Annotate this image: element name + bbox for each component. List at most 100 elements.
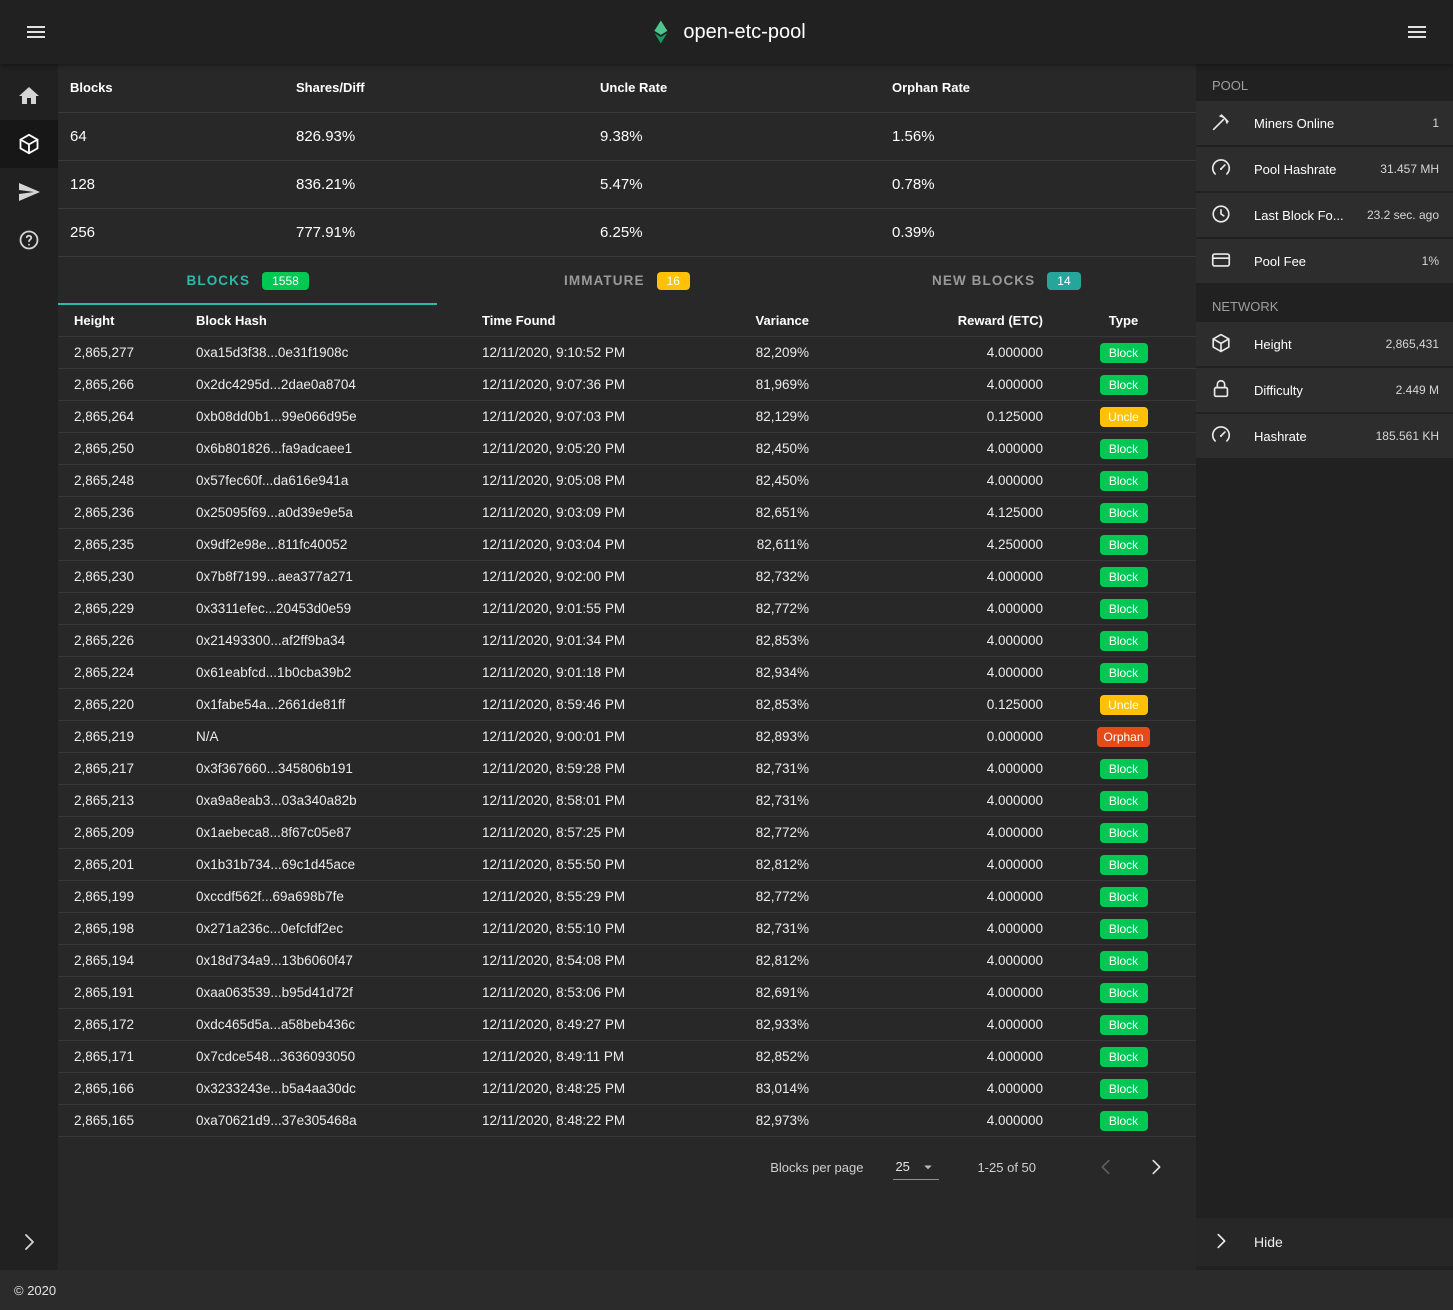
block-variance: 82,853% (742, 625, 817, 657)
stats-cell: 128 (58, 160, 284, 208)
block-reward: 4.000000 (817, 977, 1051, 1009)
hide-panel-button[interactable]: Hide (1196, 1218, 1453, 1266)
tab-label: IMMATURE (564, 273, 645, 288)
block-hash: 0x25095f69...a0d39e9e5a (188, 497, 474, 529)
block-type-cell: Block (1051, 785, 1196, 817)
panel-item-value: 23.2 sec. ago (1361, 208, 1439, 222)
block-row: 2,865,2480x57fec60f...da616e941a12/11/20… (58, 465, 1196, 497)
block-time: 12/11/2020, 8:48:22 PM (474, 1105, 742, 1137)
body-row: BlocksShares/DiffUncle RateOrphan Rate 6… (0, 64, 1453, 1270)
panel-section-title-network: NETWORK (1196, 285, 1453, 322)
home-icon (17, 84, 41, 108)
block-variance: 82,731% (742, 913, 817, 945)
block-hash: 0xa70621d9...37e305468a (188, 1105, 474, 1137)
block-variance: 82,450% (742, 465, 817, 497)
tab-blocks[interactable]: BLOCKS1558 (58, 257, 437, 305)
block-type-badge: Block (1100, 951, 1148, 971)
block-time: 12/11/2020, 9:03:09 PM (474, 497, 742, 529)
panel-item-pool-hashrate: Pool Hashrate31.457 MH (1196, 147, 1453, 191)
tabs: BLOCKS1558 IMMATURE 16 NEW BLOCKS14 (58, 257, 1196, 305)
rail-item-help[interactable] (0, 216, 58, 264)
dropdown-arrow-icon (919, 1158, 937, 1176)
block-hash: 0xa9a8eab3...03a340a82b (188, 785, 474, 817)
panel-item-height: Height2,865,431 (1196, 322, 1453, 366)
block-reward: 0.125000 (817, 401, 1051, 433)
cube-icon (1210, 332, 1234, 356)
block-hash: 0x3311efec...20453d0e59 (188, 593, 474, 625)
block-variance: 82,933% (742, 1009, 817, 1041)
etc-logo-icon (647, 19, 673, 45)
panel-item-label: Pool Fee (1254, 254, 1306, 269)
stats-cell: 9.38% (588, 112, 880, 160)
block-type-cell: Orphan (1051, 721, 1196, 753)
block-row: 2,865,1940x18d734a9...13b6060f4712/11/20… (58, 945, 1196, 977)
block-type-badge: Block (1100, 759, 1148, 779)
block-height: 2,865,220 (58, 689, 188, 721)
block-variance: 82,893% (742, 721, 817, 753)
panel-item-pool-fee: Pool Fee 1% (1196, 239, 1453, 283)
panel-item-value: 1% (1416, 254, 1439, 268)
blocks-header-type: Type (1051, 305, 1196, 337)
blocks-header-row: HeightBlock HashTime FoundVarianceReward… (58, 305, 1196, 337)
stats-cell: 256 (58, 208, 284, 256)
stats-header-row: BlocksShares/DiffUncle RateOrphan Rate (58, 64, 1196, 112)
block-variance: 82,209% (742, 337, 817, 369)
clock-icon (1210, 203, 1234, 227)
nav-rail (0, 64, 58, 1270)
block-row: 2,865,2090x1aebeca8...8f67c05e8712/11/20… (58, 817, 1196, 849)
block-time: 12/11/2020, 9:05:20 PM (474, 433, 742, 465)
block-time: 12/11/2020, 8:57:25 PM (474, 817, 742, 849)
block-variance: 82,934% (742, 657, 817, 689)
panel-item-hashrate: Hashrate185.561 KH (1196, 414, 1453, 458)
block-variance: 82,129% (742, 401, 817, 433)
block-reward: 4.000000 (817, 1041, 1051, 1073)
per-page-select[interactable]: 25 (893, 1155, 939, 1180)
block-time: 12/11/2020, 9:01:34 PM (474, 625, 742, 657)
block-height: 2,865,213 (58, 785, 188, 817)
block-row: 2,865,2170x3f367660...345806b19112/11/20… (58, 753, 1196, 785)
block-height: 2,865,172 (58, 1009, 188, 1041)
hide-label: Hide (1254, 1234, 1283, 1250)
prev-page-button[interactable] (1086, 1147, 1126, 1187)
block-type-badge: Block (1100, 663, 1148, 683)
tab-new-blocks[interactable]: NEW BLOCKS14 (817, 257, 1196, 305)
block-reward: 4.000000 (817, 785, 1051, 817)
block-height: 2,865,236 (58, 497, 188, 529)
block-variance: 82,973% (742, 1105, 817, 1137)
block-reward: 4.000000 (817, 817, 1051, 849)
block-hash: 0xccdf562f...69a698b7fe (188, 881, 474, 913)
block-hash: 0x9df2e98e...811fc40052 (188, 529, 474, 561)
block-type-badge: Block (1100, 631, 1148, 651)
block-time: 12/11/2020, 8:49:11 PM (474, 1041, 742, 1073)
block-hash: 0x7b8f7199...aea377a271 (188, 561, 474, 593)
rail-item-cube[interactable] (0, 120, 58, 168)
menu-icon-right[interactable] (1397, 12, 1437, 52)
tab-label: NEW BLOCKS (932, 273, 1035, 288)
block-type-cell: Block (1051, 369, 1196, 401)
rail-item-home[interactable] (0, 72, 58, 120)
stats-header-cell: Blocks (58, 64, 284, 112)
panel-item-miners-online: Miners Online1 (1196, 101, 1453, 145)
stats-cell: 64 (58, 112, 284, 160)
rail-item-send[interactable] (0, 168, 58, 216)
block-row: 2,865,2770xa15d3f38...0e31f1908c12/11/20… (58, 337, 1196, 369)
tab-badge: 16 (657, 272, 690, 290)
next-page-button[interactable] (1136, 1147, 1176, 1187)
blocks-header-reward-etc: Reward (ETC) (817, 305, 1051, 337)
block-hash: 0x1aebeca8...8f67c05e87 (188, 817, 474, 849)
block-time: 12/11/2020, 8:59:28 PM (474, 753, 742, 785)
block-height: 2,865,229 (58, 593, 188, 625)
block-row: 2,865,2500x6b801826...fa9adcaee112/11/20… (58, 433, 1196, 465)
blocks-header-time-found: Time Found (474, 305, 742, 337)
block-hash: N/A (188, 721, 474, 753)
expand-rail-button[interactable] (0, 1218, 58, 1266)
block-reward: 4.125000 (817, 497, 1051, 529)
block-type-badge: Block (1100, 887, 1148, 907)
gauge-icon (1210, 157, 1234, 181)
menu-icon[interactable] (16, 12, 56, 52)
block-row: 2,865,2010x1b31b734...69c1d45ace12/11/20… (58, 849, 1196, 881)
tab-immature[interactable]: IMMATURE 16 (437, 257, 816, 305)
block-time: 12/11/2020, 9:03:04 PM (474, 529, 742, 561)
block-hash: 0xaa063539...b95d41d72f (188, 977, 474, 1009)
block-row: 2,865,1710x7cdce548...363609305012/11/20… (58, 1041, 1196, 1073)
